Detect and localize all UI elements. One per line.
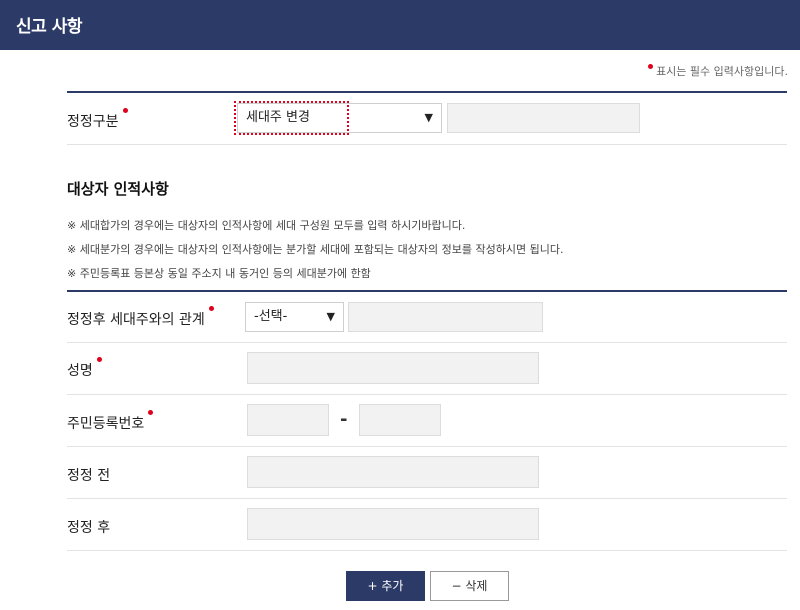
row-divider — [67, 446, 787, 447]
relation-selected: -선택- — [254, 309, 288, 324]
page-header: 신고 사항 — [0, 0, 800, 50]
relation-text-field[interactable] — [348, 302, 543, 332]
name-field[interactable] — [247, 352, 539, 384]
note-1: ※ 세대합가의 경우에는 대상자의 인적사항에 세대 구성원 모두를 입력 하시… — [67, 219, 466, 232]
name-label: 성명 — [67, 357, 102, 380]
top-rule — [67, 91, 787, 93]
required-dot-icon — [122, 108, 128, 113]
before-field[interactable] — [247, 456, 539, 488]
page-title: 신고 사항 — [16, 17, 82, 37]
required-dot-icon — [148, 410, 154, 415]
chevron-down-icon: ▼ — [424, 111, 433, 124]
required-dot-icon — [96, 357, 102, 362]
delete-button[interactable]: − 삭제 — [430, 571, 509, 601]
row-divider — [67, 394, 787, 395]
required-dot-icon — [648, 64, 654, 69]
relation-label-text: 정정후 세대주와의 관계 — [67, 312, 205, 328]
note-3: ※ 주민등록표 등본상 동일 주소지 내 동거인 등의 세대분가에 한함 — [67, 267, 371, 280]
correction-type-label: 정정구분 — [67, 108, 128, 131]
note-2: ※ 세대분가의 경우에는 대상자의 인적사항에는 분가할 세대에 포함되는 대상… — [67, 243, 564, 256]
row-divider — [67, 342, 787, 343]
section-title: 대상자 인적사항 — [67, 180, 169, 198]
row-divider — [67, 550, 787, 551]
row-divider — [67, 498, 787, 499]
section-rule — [67, 290, 787, 292]
correction-type-select[interactable]: 세대주 변경 ▼ — [237, 103, 442, 133]
after-label: 정정 후 — [67, 520, 111, 536]
correction-type-text-field[interactable] — [447, 103, 640, 133]
relation-select[interactable]: -선택- ▼ — [245, 302, 344, 332]
correction-type-label-text: 정정구분 — [67, 114, 119, 130]
rrn-label: 주민등록번호 — [67, 410, 154, 433]
correction-type-selected: 세대주 변경 — [246, 110, 310, 125]
before-label: 정정 전 — [67, 468, 111, 484]
row-divider — [67, 144, 787, 145]
rrn-label-text: 주민등록번호 — [67, 416, 145, 432]
rrn-back-field[interactable] — [359, 404, 441, 436]
rrn-front-field[interactable] — [247, 404, 329, 436]
required-note-text: 표시는 필수 입력사항입니다. — [656, 65, 788, 78]
relation-label: 정정후 세대주와의 관계 — [67, 306, 214, 329]
name-label-text: 성명 — [67, 363, 93, 379]
chevron-down-icon: ▼ — [326, 310, 335, 323]
required-dot-icon — [208, 306, 214, 311]
required-note: 표시는 필수 입력사항입니다. — [648, 63, 788, 79]
rrn-separator: - — [340, 409, 348, 430]
after-field[interactable] — [247, 508, 539, 540]
add-button[interactable]: + 추가 — [346, 571, 425, 601]
